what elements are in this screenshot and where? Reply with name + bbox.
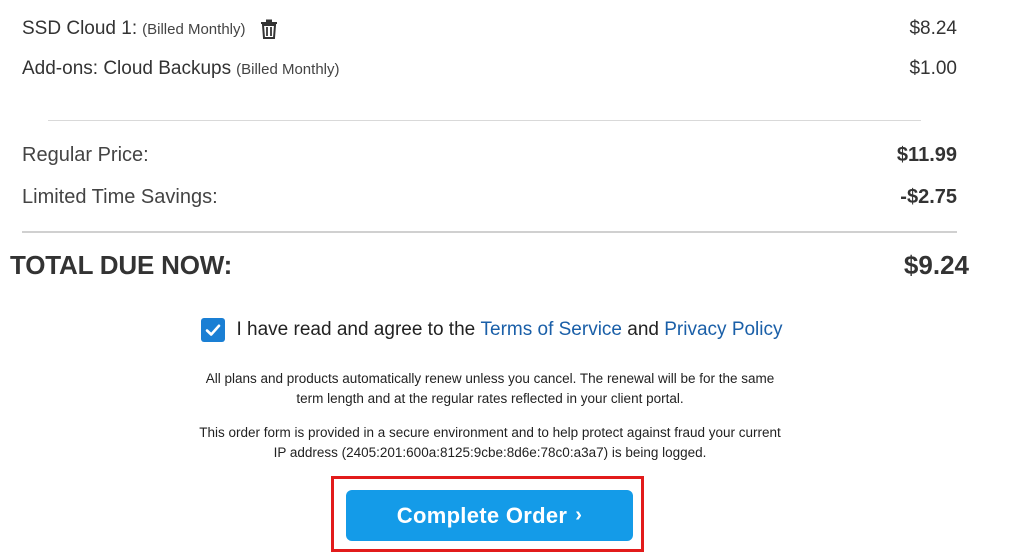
order-summary-page: SSD Cloud 1: (Billed Monthly) $8.24 Add-…: [0, 0, 1024, 560]
billing-note: (Billed Monthly): [142, 20, 246, 38]
agree-and-text: and: [627, 319, 659, 340]
terms-agreement: I have read and agree to the Terms of Se…: [0, 318, 984, 342]
item-name: Add-ons: Cloud Backups: [22, 58, 232, 79]
renewal-notice-line: term length and at the regular rates ref…: [296, 391, 684, 406]
divider: [48, 120, 921, 121]
total-label: TOTAL DUE NOW:: [10, 250, 233, 280]
privacy-policy-link[interactable]: Privacy Policy: [664, 319, 782, 341]
savings-row: Limited Time Savings: -$2.75: [22, 186, 957, 209]
item-price: $1.00: [909, 58, 957, 79]
divider: [22, 231, 957, 233]
cart-item-cloud-backups: Add-ons: Cloud Backups (Billed Monthly) …: [22, 58, 957, 80]
renewal-notice: All plans and products automatically ren…: [0, 369, 980, 409]
item-name: SSD Cloud 1:: [22, 18, 138, 39]
checkmark-icon: [206, 324, 221, 336]
renewal-notice-line: All plans and products automatically ren…: [205, 371, 775, 386]
item-price: $8.24: [909, 18, 957, 39]
agree-checkbox[interactable]: [201, 318, 226, 342]
security-notice-line: This order form is provided in a secure …: [199, 425, 781, 440]
billing-note: (Billed Monthly): [236, 60, 340, 78]
regular-price-row: Regular Price: $11.99: [22, 144, 957, 167]
cart-item-ssd-cloud: SSD Cloud 1: (Billed Monthly) $8.24: [22, 18, 957, 40]
complete-order-button[interactable]: Complete Order ›: [346, 490, 633, 541]
total-value: $9.24: [903, 250, 969, 280]
chevron-right-icon: ›: [575, 504, 583, 526]
terms-of-service-link[interactable]: Terms of Service: [481, 319, 622, 341]
savings-value: -$2.75: [900, 186, 957, 208]
complete-order-label: Complete Order: [396, 502, 568, 528]
security-notice: This order form is provided in a secure …: [0, 423, 980, 463]
regular-price-value: $11.99: [896, 144, 957, 166]
trash-icon[interactable]: [258, 18, 280, 40]
savings-label: Limited Time Savings:: [22, 186, 218, 208]
security-notice-line: IP address (2405:201:600a:8125:9cbe:8d6e…: [273, 445, 707, 460]
regular-price-label: Regular Price:: [22, 144, 149, 166]
total-row: TOTAL DUE NOW: $9.24: [10, 250, 969, 281]
agree-text: I have read and agree to the: [236, 319, 476, 340]
